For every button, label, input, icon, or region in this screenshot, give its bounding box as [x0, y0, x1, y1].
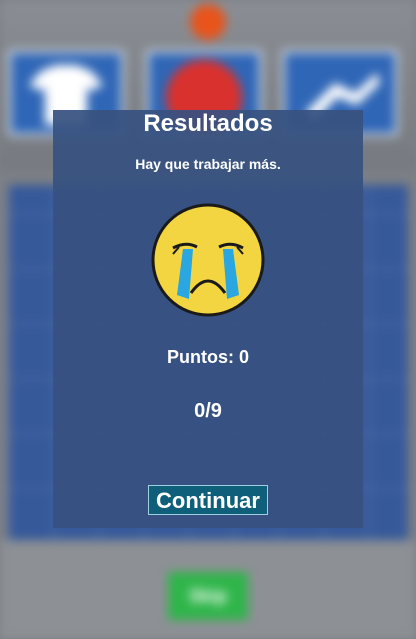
background-button-label: Skip	[188, 586, 227, 606]
crying-face-icon	[151, 203, 265, 317]
dialog-title: Resultados	[143, 110, 273, 137]
background-green-button: Skip	[168, 572, 248, 620]
result-message: Hay que trabajar más.	[135, 156, 281, 172]
results-dialog: Resultados Hay que trabajar más. Puntos:…	[53, 110, 363, 528]
points-label: Puntos: 0	[166, 347, 249, 367]
ball-icon	[190, 4, 226, 40]
score-label: 0/9	[194, 400, 222, 422]
continue-button[interactable]: Continuar	[148, 485, 268, 515]
